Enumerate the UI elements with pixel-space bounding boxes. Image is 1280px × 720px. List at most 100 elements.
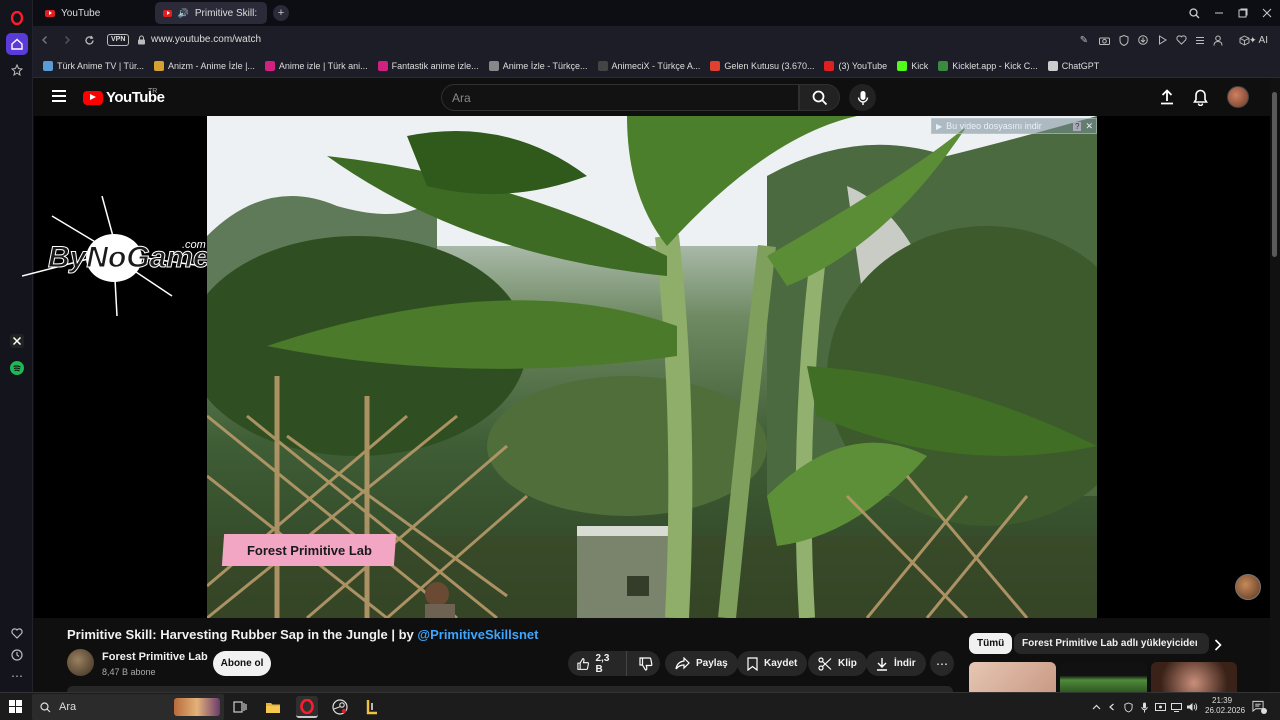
channel-avatar[interactable]: [67, 649, 94, 676]
pinboard-icon[interactable]: [6, 59, 28, 81]
dislike-button[interactable]: [633, 651, 660, 676]
history-icon[interactable]: [6, 644, 28, 666]
windows-start-icon[interactable]: [9, 700, 22, 713]
aria-ai-button[interactable]: ✦ AI: [1245, 31, 1272, 49]
channel-handle-link[interactable]: @PrimitiveSkillsnet: [417, 627, 538, 642]
search-input[interactable]: [442, 85, 798, 110]
like-button[interactable]: 2,3 B: [568, 651, 627, 676]
tab-primitive-skill[interactable]: 🔊 Primitive Skill: Harvest: [155, 2, 267, 24]
bookmark-item[interactable]: Anime İzle - Türkçe...: [488, 60, 588, 71]
close-hint-icon[interactable]: ✕: [1085, 121, 1096, 132]
channel-name[interactable]: Forest Primitive Lab: [102, 651, 208, 663]
bookmark-label: Anizm - Anime İzle |...: [168, 60, 255, 71]
chevron-right-icon[interactable]: [1210, 637, 1226, 653]
shield-tray-icon[interactable]: [1122, 701, 1134, 713]
help-icon[interactable]: ?: [1073, 121, 1082, 131]
back-icon[interactable]: [37, 32, 53, 48]
forward-icon[interactable]: [59, 32, 75, 48]
ai-label: AI: [1258, 34, 1268, 46]
tab-label: Primitive Skill: Harvest: [194, 7, 259, 19]
bookmark-item[interactable]: Anizm - Anime İzle |...: [154, 60, 255, 71]
opera-taskbar-icon[interactable]: [296, 696, 318, 718]
scrollbar-thumb[interactable]: [1272, 92, 1277, 257]
chevron-up-icon[interactable]: [1090, 701, 1102, 713]
profile-icon[interactable]: [1211, 33, 1225, 47]
search-tabs-icon[interactable]: [1185, 4, 1203, 22]
url-field[interactable]: www.youtube.com/watch: [151, 34, 261, 45]
minimize-button[interactable]: [1210, 4, 1228, 22]
bookmark-item[interactable]: Kick: [897, 60, 928, 71]
chip-partial[interactable]: [1197, 633, 1201, 654]
camera-icon[interactable]: [1097, 33, 1111, 47]
file-explorer-icon[interactable]: [262, 696, 284, 718]
bookmark-favicon-icon: [897, 60, 908, 71]
bookmark-favicon-icon: [710, 60, 721, 71]
search-button[interactable]: [799, 84, 840, 111]
tray-back-icon[interactable]: [1106, 701, 1118, 713]
bookmark-item[interactable]: Fantastik anime izle...: [377, 60, 479, 71]
share-button[interactable]: Paylaş: [665, 651, 738, 676]
shield-icon[interactable]: [1117, 33, 1131, 47]
download-video-hint[interactable]: ▶ Bu video dosyasını indir ? ✕: [931, 118, 1097, 134]
clip-label: Klip: [838, 658, 857, 669]
video-player[interactable]: ByNoGame .com Forest Primitive Lab ▶ Bu …: [21, 116, 1270, 618]
page-scrollbar[interactable]: [1270, 78, 1280, 692]
bookmark-item[interactable]: Kicklet.app - Kick C...: [938, 60, 1038, 71]
volume-icon[interactable]: [1186, 701, 1198, 713]
maximize-button[interactable]: [1234, 4, 1252, 22]
list-icon[interactable]: [1193, 33, 1207, 47]
bookmark-item[interactable]: AnimeciX - Türkçe A...: [597, 60, 700, 71]
notifications-bell-icon[interactable]: [1191, 88, 1209, 106]
task-view-icon[interactable]: [229, 696, 251, 718]
new-tab-button[interactable]: +: [273, 5, 289, 21]
more-options-icon[interactable]: ⋯: [6, 665, 28, 687]
edit-icon[interactable]: ✎: [1077, 33, 1091, 47]
subscribe-button[interactable]: Abone ol: [213, 651, 271, 676]
opera-logo-icon[interactable]: [6, 7, 28, 29]
video-frame[interactable]: Forest Primitive Lab ▶ Bu video dosyasın…: [207, 116, 1097, 618]
save-button[interactable]: Kaydet: [737, 651, 808, 676]
more-actions-button[interactable]: ⋯: [930, 651, 954, 676]
bookmark-item[interactable]: ChatGPT: [1047, 60, 1099, 71]
app-launcher-icon[interactable]: [361, 696, 383, 718]
screen-record-icon[interactable]: [1154, 701, 1166, 713]
floating-avatar-bubble[interactable]: [1235, 574, 1261, 600]
network-icon[interactable]: [1170, 701, 1182, 713]
bookmark-item[interactable]: Türk Anime TV | Tür...: [43, 60, 144, 71]
recommended-thumbnail[interactable]: [1151, 662, 1237, 692]
chip-from-uploader[interactable]: Forest Primitive Lab adlı yükleyiciden: [1014, 633, 1209, 654]
reload-icon[interactable]: [81, 32, 97, 48]
play-icon[interactable]: [1155, 33, 1169, 47]
taskbar-search[interactable]: Ara: [32, 694, 224, 720]
close-button[interactable]: [1258, 4, 1276, 22]
chip-all[interactable]: Tümü: [969, 633, 1013, 654]
microphone-tray-icon[interactable]: [1138, 701, 1150, 713]
download-icon[interactable]: [1136, 33, 1150, 47]
bookmark-favicon-icon: [154, 60, 165, 71]
heart-icon[interactable]: [6, 622, 28, 644]
bookmark-label: Anime İzle - Türkçe...: [502, 60, 588, 71]
recommended-thumbnail[interactable]: [1060, 662, 1147, 692]
bookmark-item[interactable]: Anime izle | Türk ani...: [264, 60, 368, 71]
upload-icon[interactable]: [1158, 88, 1176, 106]
user-avatar[interactable]: [1227, 86, 1249, 108]
clock-date[interactable]: 26.02.2026: [1205, 706, 1245, 715]
x-twitter-icon[interactable]: [6, 330, 28, 352]
bookmark-item[interactable]: Gelen Kutusu (3.670...: [710, 60, 814, 71]
home-icon[interactable]: [6, 33, 28, 55]
clip-button[interactable]: Klip: [808, 651, 867, 676]
favorite-heart-icon[interactable]: [1174, 33, 1188, 47]
lock-icon[interactable]: [133, 32, 149, 48]
clock-time[interactable]: 21:39: [1212, 696, 1232, 705]
menu-icon[interactable]: [52, 90, 66, 104]
bookmark-item[interactable]: (3) YouTube: [824, 60, 887, 71]
voice-search-button[interactable]: [849, 84, 876, 111]
download-button[interactable]: İndir: [866, 651, 926, 676]
tab-youtube[interactable]: YouTube: [37, 2, 153, 24]
bookmark-label: Anime izle | Türk ani...: [278, 60, 368, 71]
recommended-thumbnail[interactable]: [969, 662, 1056, 692]
notifications-icon[interactable]: [1252, 700, 1267, 714]
spotify-icon[interactable]: [6, 357, 28, 379]
vpn-badge[interactable]: VPN: [107, 34, 130, 46]
steam-app-icon[interactable]: [329, 696, 351, 718]
